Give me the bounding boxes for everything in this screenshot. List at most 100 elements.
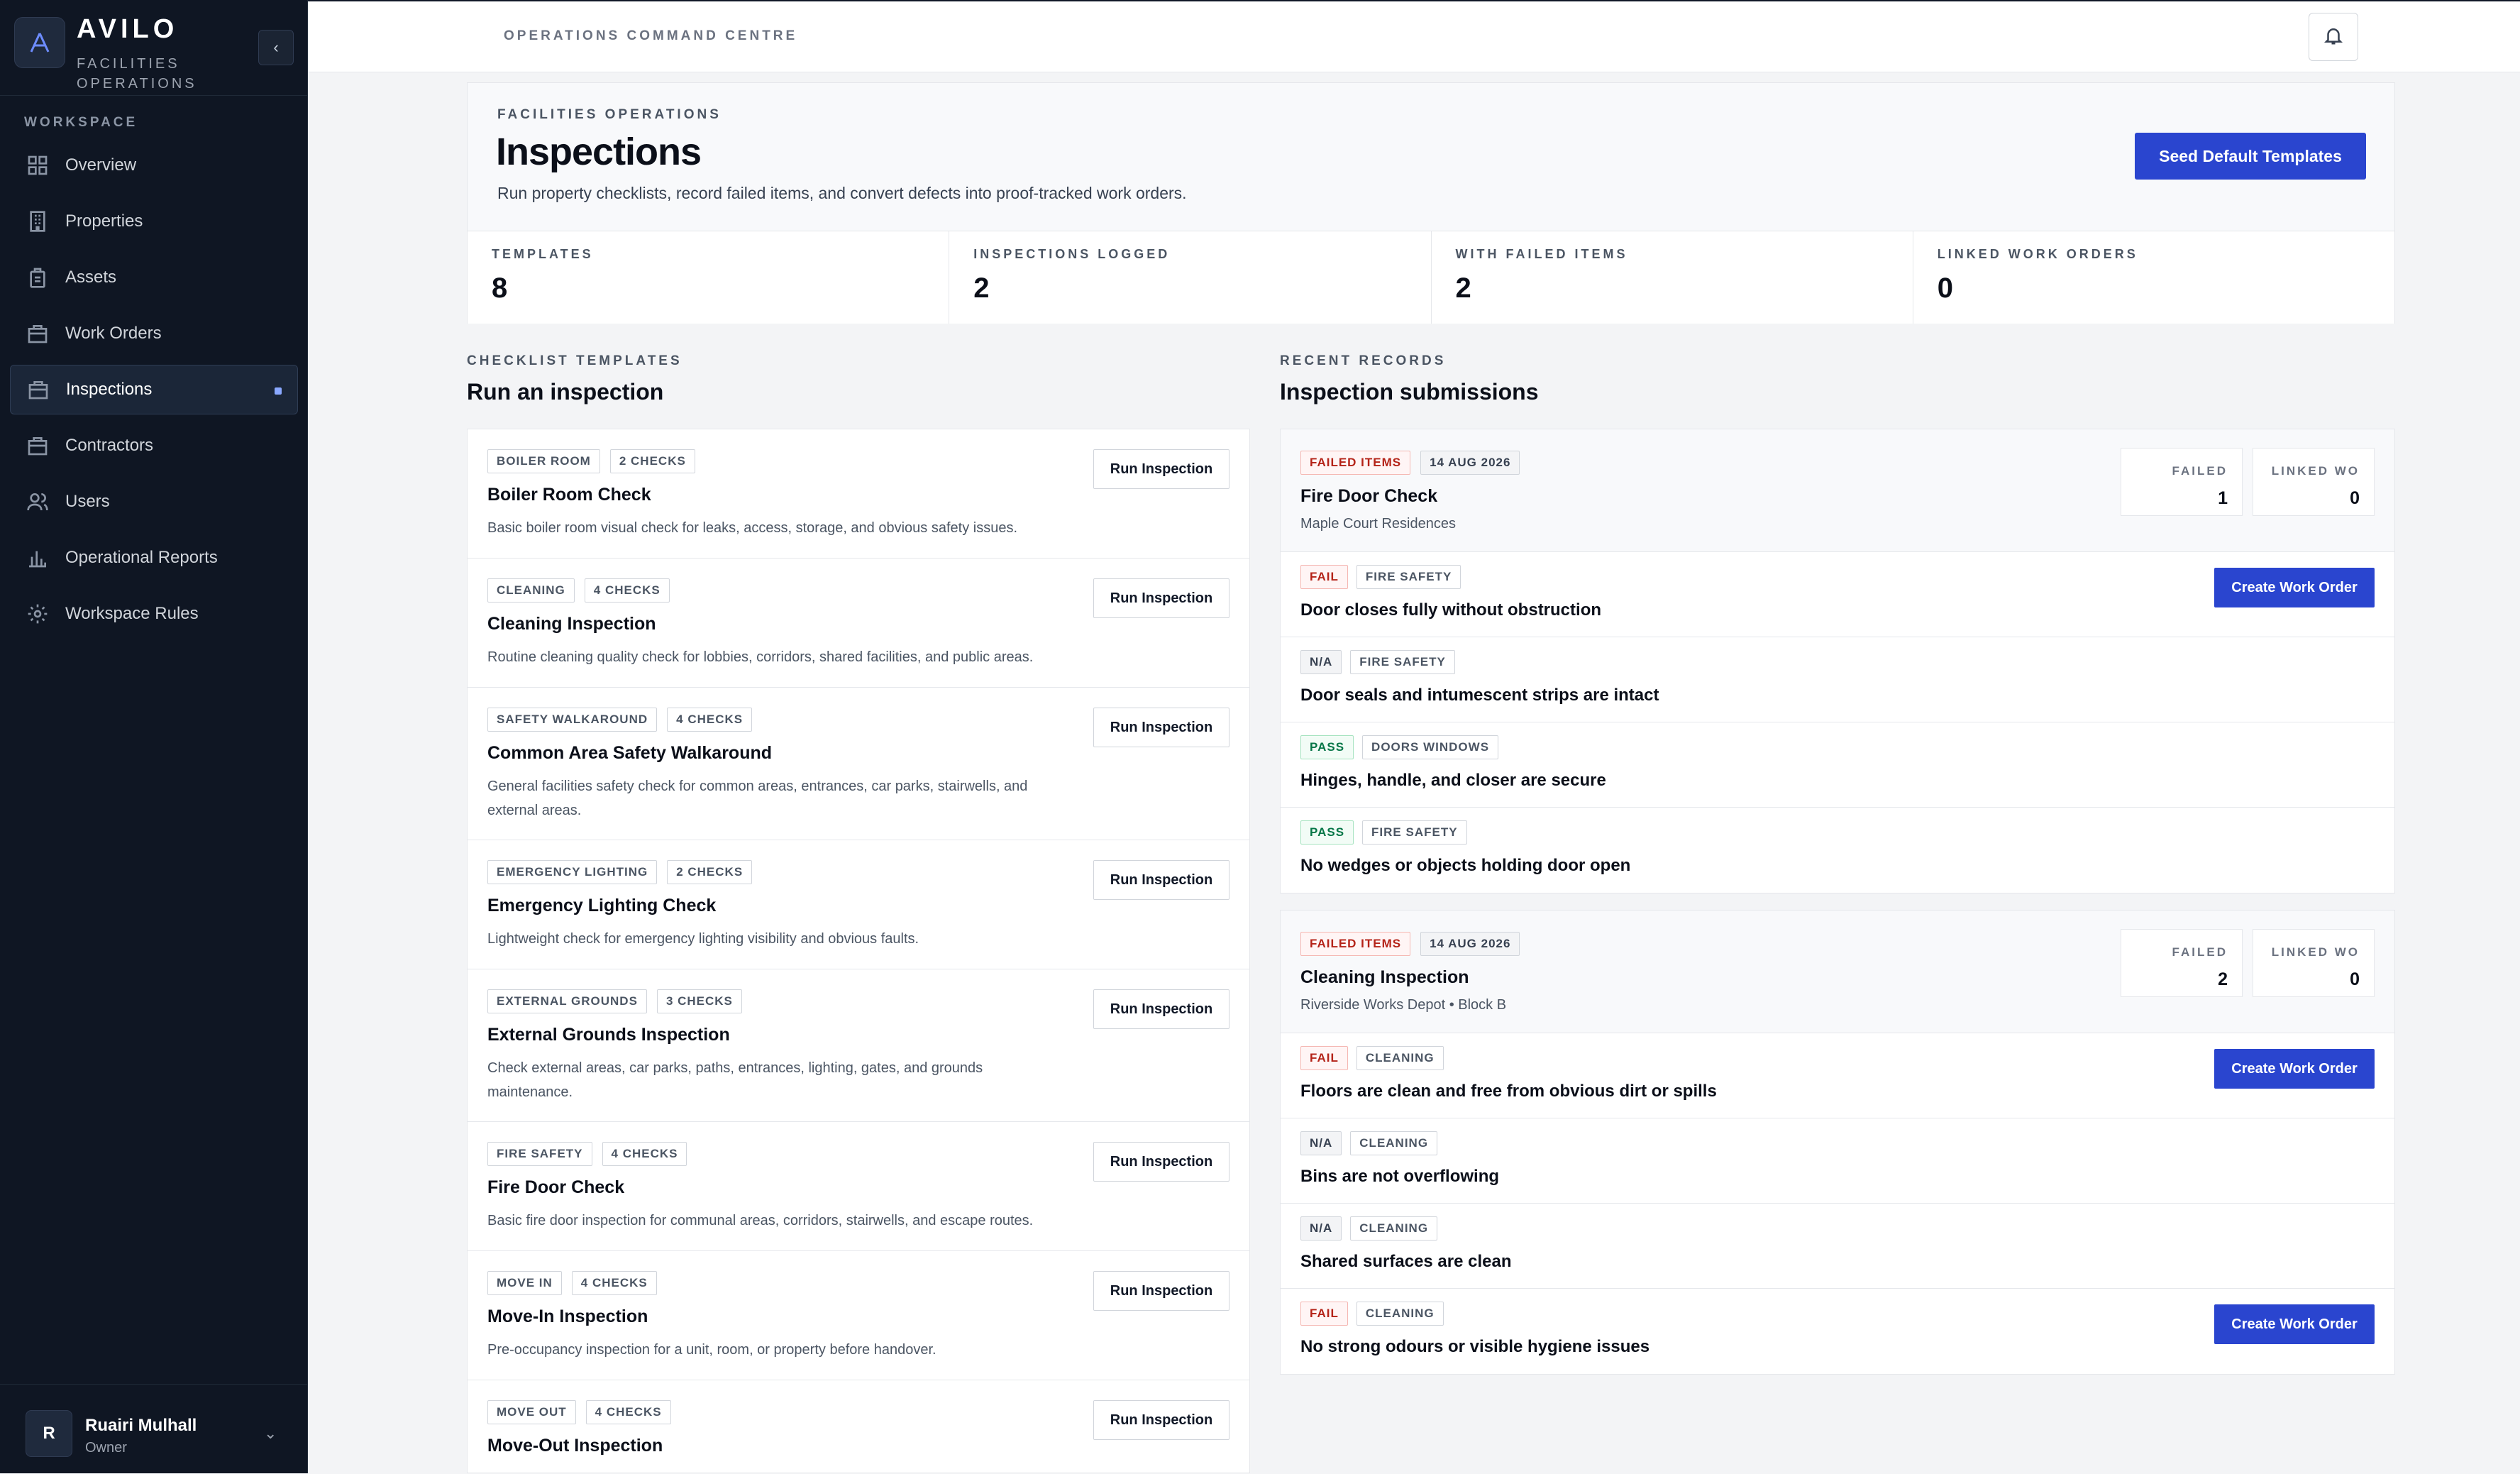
- template-card: MOVE OUT 4 CHECKS Move-Out Inspection Run…: [468, 1380, 1249, 1473]
- chevron-down-icon[interactable]: ⌄: [264, 1424, 277, 1443]
- checks-count-tag: 2 CHECKS: [667, 860, 753, 884]
- record-location: Riverside Works Depot • Block B: [1300, 997, 1507, 1013]
- result-badge: PASS: [1300, 735, 1354, 759]
- inspection-record: FAILED ITEMS 14 AUG 2026 Cleaning Inspec…: [1280, 910, 2395, 1375]
- template-description: Lightweight check for emergency lighting…: [487, 931, 919, 947]
- records-eyebrow: RECENT RECORDS: [1280, 353, 1447, 368]
- result-badge: FAIL: [1300, 565, 1348, 589]
- sidebar-item-properties[interactable]: Properties: [10, 197, 298, 246]
- metric-value: 2: [2218, 969, 2228, 989]
- stat-value: 2: [973, 273, 990, 304]
- category-tag: FIRE SAFETY: [1356, 565, 1461, 589]
- run-inspection-button[interactable]: Run Inspection: [1093, 860, 1229, 900]
- metric-value: 0: [2350, 969, 2360, 989]
- sidebar-item-workspace-rules[interactable]: Workspace Rules: [10, 589, 298, 639]
- run-inspection-button[interactable]: Run Inspection: [1093, 1142, 1229, 1182]
- run-inspection-button[interactable]: Run Inspection: [1093, 1271, 1229, 1311]
- category-tag: CLEANING: [1350, 1131, 1438, 1155]
- record-title[interactable]: Cleaning Inspection: [1300, 967, 1469, 988]
- sidebar-item-overview[interactable]: Overview: [10, 141, 298, 190]
- sidebar-item-label: Work Orders: [65, 324, 162, 343]
- run-inspection-button[interactable]: Run Inspection: [1093, 1400, 1229, 1440]
- user-name: Ruairi Mulhall: [85, 1416, 197, 1435]
- metric-label: FAILED: [2172, 945, 2228, 959]
- check-label: Floors are clean and free from obvious d…: [1300, 1082, 1717, 1101]
- user-role: Owner: [85, 1440, 127, 1456]
- template-name: Move-Out Inspection: [487, 1436, 663, 1456]
- checks-count-tag: 4 CHECKS: [584, 578, 670, 603]
- sidebar-item-contractors[interactable]: Contractors: [10, 421, 298, 471]
- metric-label: LINKED WO: [2271, 945, 2360, 959]
- template-card: BOILER ROOM 2 CHECKS Boiler Room Check Ba…: [468, 429, 1249, 559]
- template-name: Common Area Safety Walkaround: [487, 743, 773, 763]
- run-inspection-button[interactable]: Run Inspection: [1093, 578, 1229, 618]
- create-work-order-button[interactable]: Create Work Order: [2214, 568, 2375, 607]
- linked-wo-metric: LINKED WO 0: [2253, 448, 2375, 516]
- run-inspection-button[interactable]: Run Inspection: [1093, 708, 1229, 747]
- records-header: RECENT RECORDS Inspection submissions: [1280, 353, 1539, 405]
- bar-chart-icon: [26, 546, 50, 570]
- topbar-title: OPERATIONS COMMAND CENTRE: [504, 28, 798, 43]
- check-label: Bins are not overflowing: [1300, 1167, 1500, 1186]
- category-tag: FIRE SAFETY: [1362, 820, 1467, 845]
- failed-metric: FAILED 1: [2121, 448, 2243, 516]
- template-card: CLEANING 4 CHECKS Cleaning Inspection Rou…: [468, 559, 1249, 688]
- sidebar-item-operational-reports[interactable]: Operational Reports: [10, 533, 298, 583]
- check-label: Shared surfaces are clean: [1300, 1252, 1512, 1271]
- notifications-button[interactable]: [2309, 13, 2358, 61]
- template-description: Pre-occupancy inspection for a unit, roo…: [487, 1342, 936, 1358]
- result-badge: FAIL: [1300, 1302, 1348, 1326]
- sidebar-item-work-orders[interactable]: Work Orders: [10, 309, 298, 358]
- check-label: No strong odours or visible hygiene issu…: [1300, 1337, 1650, 1356]
- templates-title: Run an inspection: [467, 379, 664, 405]
- grid-icon: [26, 153, 50, 177]
- record-title[interactable]: Fire Door Check: [1300, 486, 1437, 507]
- page-description: Run property checklists, record failed i…: [497, 184, 1187, 202]
- user-menu[interactable]: R Ruairi Mulhall Owner ⌄: [0, 1384, 308, 1474]
- briefcase-icon: [26, 434, 50, 458]
- template-card: FIRE SAFETY 4 CHECKS Fire Door Check Basi…: [468, 1122, 1249, 1251]
- check-label: Door closes fully without obstruction: [1300, 600, 1602, 620]
- asset-icon: [26, 265, 50, 290]
- building-icon: [26, 209, 50, 233]
- template-card: SAFETY WALKAROUND 4 CHECKS Common Area Sa…: [468, 688, 1249, 840]
- sidebar-item-label: Properties: [65, 211, 143, 231]
- category-tag: FIRE SAFETY: [1350, 650, 1455, 674]
- templates-header: CHECKLIST TEMPLATES Run an inspection: [467, 353, 682, 405]
- briefcase-icon: [26, 321, 50, 346]
- create-work-order-button[interactable]: Create Work Order: [2214, 1304, 2375, 1344]
- category-tag: MOVE IN: [487, 1271, 562, 1295]
- avatar: R: [26, 1410, 72, 1457]
- stat-label: TEMPLATES: [492, 247, 594, 261]
- result-badge: N/A: [1300, 1216, 1342, 1241]
- stat-value: 0: [1937, 273, 1953, 304]
- template-name: Fire Door Check: [487, 1177, 625, 1197]
- brand-name: AVILO: [77, 14, 179, 44]
- run-inspection-button[interactable]: Run Inspection: [1093, 989, 1229, 1029]
- sidebar-item-label: Overview: [65, 155, 137, 175]
- create-work-order-button[interactable]: Create Work Order: [2214, 1049, 2375, 1089]
- linked-wo-metric: LINKED WO 0: [2253, 929, 2375, 997]
- bell-icon: [2323, 25, 2344, 50]
- metric-value: 1: [2218, 488, 2228, 508]
- sidebar-item-assets[interactable]: Assets: [10, 253, 298, 302]
- template-description: Basic fire door inspection for communal …: [487, 1213, 1034, 1228]
- category-tag: MOVE OUT: [487, 1400, 576, 1424]
- stat-value: 2: [1455, 273, 1471, 304]
- checks-count-tag: 4 CHECKS: [667, 708, 753, 732]
- stat-label: LINKED WORK ORDERS: [1937, 247, 2138, 261]
- templates-eyebrow: CHECKLIST TEMPLATES: [467, 353, 682, 368]
- category-tag: DOORS WINDOWS: [1362, 735, 1499, 759]
- sidebar-item-inspections[interactable]: Inspections: [10, 365, 298, 414]
- check-label: Door seals and intumescent strips are in…: [1300, 686, 1659, 705]
- records-title: Inspection submissions: [1280, 379, 1539, 405]
- seed-default-templates-button[interactable]: Seed Default Templates: [2135, 133, 2366, 180]
- result-badge: FAIL: [1300, 1046, 1348, 1070]
- sidebar-item-label: Inspections: [66, 380, 153, 399]
- sidebar-item-users[interactable]: Users: [10, 477, 298, 527]
- category-tag: CLEANING: [1350, 1216, 1438, 1241]
- category-tag: CLEANING: [487, 578, 575, 603]
- checks-count-tag: 4 CHECKS: [585, 1400, 671, 1424]
- run-inspection-button[interactable]: Run Inspection: [1093, 449, 1229, 489]
- collapse-sidebar-button[interactable]: ‹: [258, 30, 294, 65]
